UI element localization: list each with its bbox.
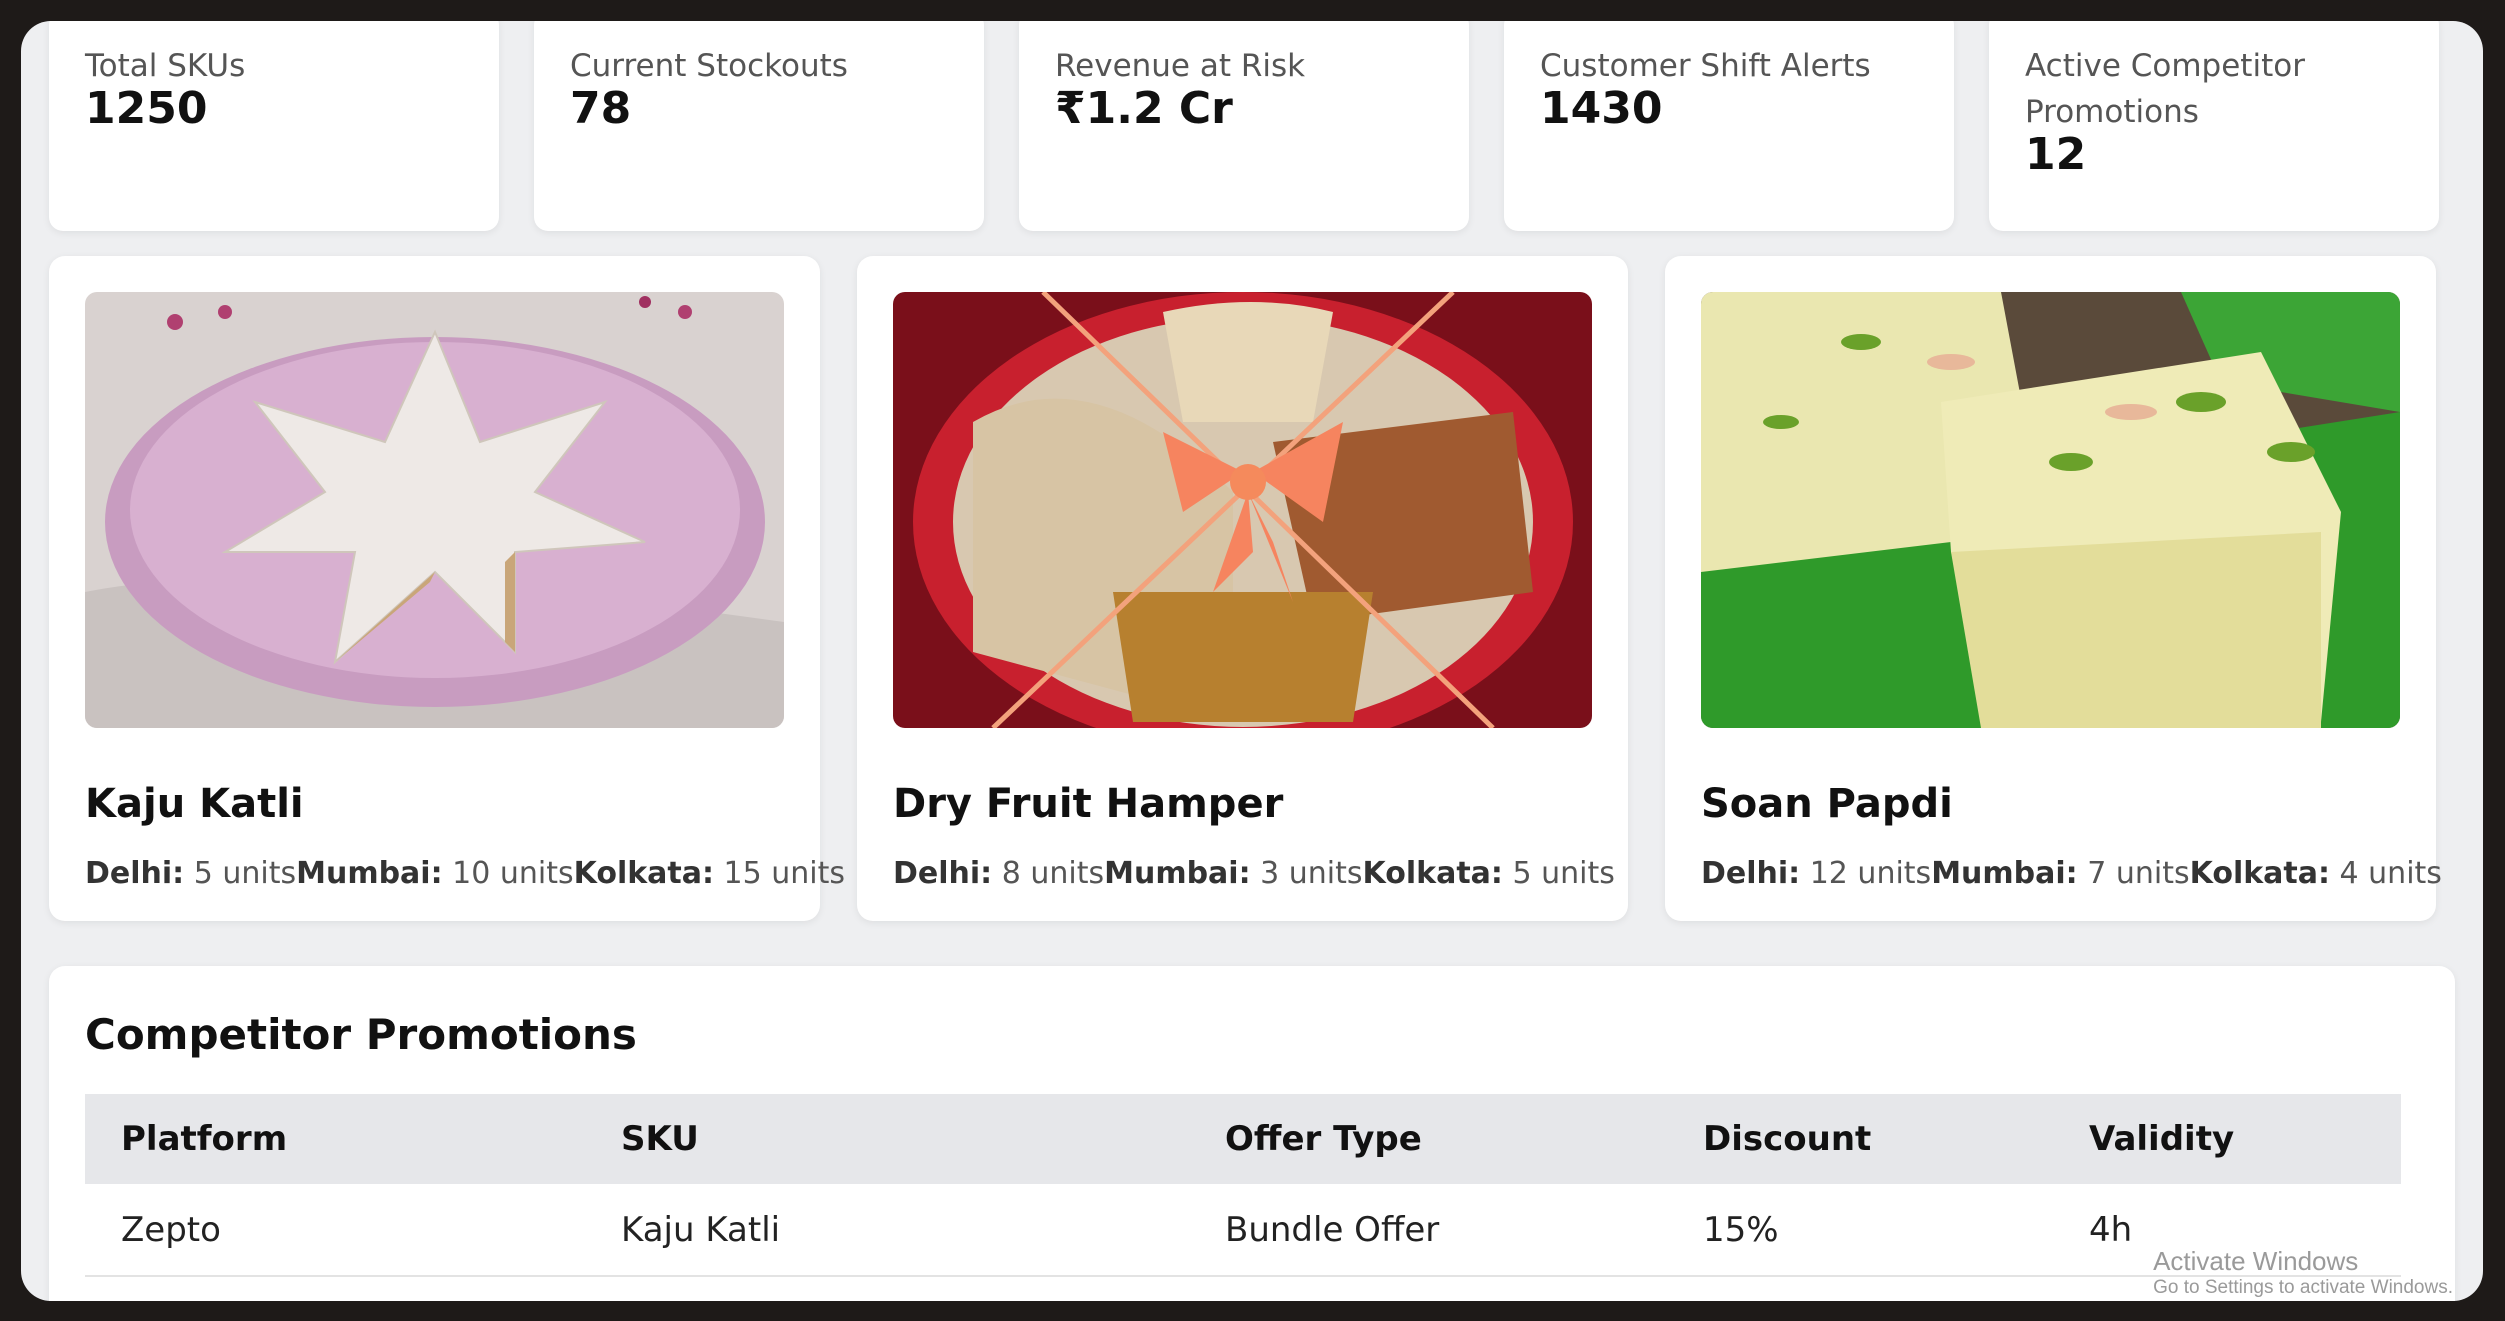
stock-delhi: Delhi: 8 units bbox=[893, 856, 1105, 891]
kpi-card-active-competitor-promotions: Active Competitor Promotions 12 bbox=[1989, 21, 2439, 231]
kpi-value: 78 bbox=[570, 83, 632, 134]
kpi-value: 1250 bbox=[85, 83, 208, 134]
product-image-dry-fruit-hamper bbox=[893, 292, 1592, 728]
stock-kolkata: Kolkata: 4 units bbox=[2189, 856, 2442, 891]
stock-kolkata: Kolkata: 15 units bbox=[573, 856, 846, 891]
activate-windows-watermark: Activate Windows Go to Settings to activ… bbox=[2153, 1246, 2453, 1299]
kpi-value: 1430 bbox=[1540, 83, 1663, 134]
kpi-label: Active Competitor Promotions bbox=[2025, 48, 2305, 130]
stock-mumbai: Mumbai: 3 units bbox=[1104, 856, 1363, 891]
dashboard-window: Total SKUs 1250 Current Stockouts 78 Rev… bbox=[21, 21, 2483, 1301]
kpi-value: 12 bbox=[2025, 129, 2087, 180]
promotions-table: Platform SKU Offer Type Discount Validit… bbox=[85, 1094, 2401, 1277]
column-header-discount[interactable]: Discount bbox=[1667, 1094, 2053, 1184]
cell-discount: 15% bbox=[1667, 1184, 2053, 1277]
stock-delhi: Delhi: 12 units bbox=[1701, 856, 1932, 891]
stock-delhi: Delhi: 5 units bbox=[85, 856, 297, 891]
cell-sku: Kaju Katli bbox=[585, 1184, 1189, 1277]
stock-kolkata: Kolkata: 5 units bbox=[1362, 856, 1615, 891]
product-card-dry-fruit-hamper[interactable]: Dry Fruit Hamper Delhi: 8 units Mumbai: … bbox=[857, 256, 1628, 921]
kpi-row: Total SKUs 1250 Current Stockouts 78 Rev… bbox=[49, 21, 2455, 231]
kpi-card-total-skus: Total SKUs 1250 bbox=[49, 21, 499, 231]
watermark-line2: Go to Settings to activate Windows. bbox=[2153, 1277, 2453, 1298]
stock-mumbai: Mumbai: 7 units bbox=[1931, 856, 2190, 891]
stock-row: Delhi: 5 units Mumbai: 10 units Kolkata:… bbox=[85, 856, 845, 891]
table-header-row: Platform SKU Offer Type Discount Validit… bbox=[85, 1094, 2401, 1184]
cell-platform: Zepto bbox=[85, 1184, 585, 1277]
product-card-soan-papdi[interactable]: Soan Papdi Delhi: 12 units Mumbai: 7 uni… bbox=[1665, 256, 2442, 921]
column-header-sku[interactable]: SKU bbox=[585, 1094, 1189, 1184]
cell-offer-type: Bundle Offer bbox=[1189, 1184, 1667, 1277]
product-image-soan-papdi bbox=[1701, 292, 2400, 728]
column-header-platform[interactable]: Platform bbox=[85, 1094, 585, 1184]
column-header-offer-type[interactable]: Offer Type bbox=[1189, 1094, 1667, 1184]
column-header-validity[interactable]: Validity bbox=[2053, 1094, 2401, 1184]
kpi-value: ₹1.2 Cr bbox=[1055, 83, 1233, 134]
kpi-card-revenue-at-risk: Revenue at Risk ₹1.2 Cr bbox=[1019, 21, 1469, 231]
product-name: Dry Fruit Hamper bbox=[893, 781, 1284, 827]
kpi-card-current-stockouts: Current Stockouts 78 bbox=[534, 21, 984, 231]
product-card-kaju-katli[interactable]: Kaju Katli Delhi: 5 units Mumbai: 10 uni… bbox=[49, 256, 845, 921]
stock-row: Delhi: 8 units Mumbai: 3 units Kolkata: … bbox=[893, 856, 1615, 891]
product-image-kaju-katli bbox=[85, 292, 784, 728]
competitor-promotions-panel: Competitor Promotions Platform SKU Offer… bbox=[49, 966, 2455, 1301]
stock-row: Delhi: 12 units Mumbai: 7 units Kolkata:… bbox=[1701, 856, 2442, 891]
table-row[interactable]: Zepto Kaju Katli Bundle Offer 15% 4h bbox=[85, 1184, 2401, 1277]
watermark-line1: Activate Windows bbox=[2153, 1246, 2359, 1276]
stock-mumbai: Mumbai: 10 units bbox=[296, 856, 574, 891]
product-name: Kaju Katli bbox=[85, 781, 304, 827]
product-name: Soan Papdi bbox=[1701, 781, 1953, 827]
section-title: Competitor Promotions bbox=[85, 1010, 637, 1059]
kpi-card-customer-shift-alerts: Customer Shift Alerts 1430 bbox=[1504, 21, 1954, 231]
